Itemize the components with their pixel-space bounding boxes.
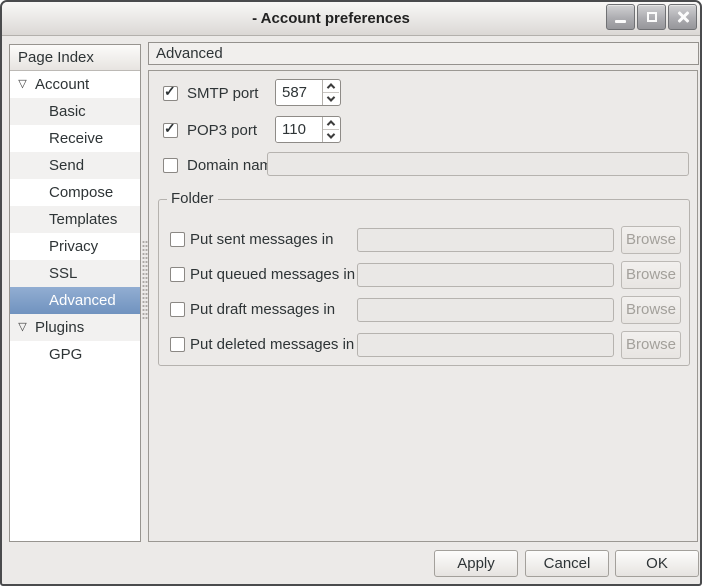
pop3-port-checkbox[interactable]: ✓ <box>163 123 178 138</box>
sidebar-item-label: Plugins <box>35 319 84 336</box>
pane-splitter[interactable] <box>141 38 148 586</box>
spin-up-button[interactable] <box>323 117 339 130</box>
domain-name-field <box>267 152 689 176</box>
draft-folder-input <box>358 299 613 321</box>
browse-deleted-button: Browse <box>621 331 681 359</box>
folder-group-title: Folder <box>167 190 218 207</box>
page-title: Advanced <box>148 42 699 65</box>
window-controls <box>606 4 697 30</box>
sidebar-item-label: Advanced <box>49 292 116 309</box>
close-button[interactable] <box>668 4 697 30</box>
sidebar-item-label: Privacy <box>49 238 98 255</box>
check-icon: ✓ <box>164 83 176 100</box>
put-deleted-label: Put deleted messages in <box>190 331 354 358</box>
sidebar-item-templates[interactable]: Templates <box>10 206 140 233</box>
sidebar-item-label: SSL <box>49 265 77 282</box>
pop3-port-input[interactable] <box>276 117 322 142</box>
sidebar-item-send[interactable]: Send <box>10 152 140 179</box>
domain-name-checkbox[interactable] <box>163 158 178 173</box>
expander-icon[interactable]: ▽ <box>14 314 31 341</box>
deleted-folder-input <box>358 334 613 356</box>
sidebar-item-ssl[interactable]: SSL <box>10 260 140 287</box>
ok-button[interactable]: OK <box>615 550 699 577</box>
titlebar: - Account preferences <box>2 2 700 36</box>
browse-draft-button: Browse <box>621 296 681 324</box>
domain-name-input <box>268 153 688 175</box>
smtp-port-input[interactable] <box>276 80 322 105</box>
chevron-down-icon <box>327 93 335 101</box>
sidebar-item-privacy[interactable]: Privacy <box>10 233 140 260</box>
smtp-port-checkbox[interactable]: ✓ <box>163 86 178 101</box>
sent-folder-input <box>358 229 613 251</box>
pop3-port-spinbox <box>275 116 341 143</box>
pop3-port-spinner <box>322 117 339 142</box>
minimize-icon <box>615 20 626 23</box>
close-icon <box>676 10 690 24</box>
spin-up-button[interactable] <box>323 80 339 93</box>
put-queued-label: Put queued messages in <box>190 261 355 288</box>
draft-folder-field <box>357 298 614 322</box>
put-sent-checkbox[interactable] <box>170 232 185 247</box>
sidebar-item-label: Receive <box>49 130 103 147</box>
put-draft-checkbox[interactable] <box>170 302 185 317</box>
sidebar-item-receive[interactable]: Receive <box>10 125 140 152</box>
sidebar-item-gpg[interactable]: GPG <box>10 341 140 368</box>
page-index-header[interactable]: Page Index <box>10 45 140 71</box>
queued-folder-field <box>357 263 614 287</box>
sidebar-item-account[interactable]: ▽ Account <box>10 71 140 98</box>
apply-button[interactable]: Apply <box>434 550 518 577</box>
deleted-folder-field <box>357 333 614 357</box>
queued-folder-input <box>358 264 613 286</box>
spin-down-button[interactable] <box>323 130 339 142</box>
expander-icon[interactable]: ▽ <box>14 71 31 98</box>
chevron-up-icon <box>327 120 335 128</box>
sidebar-item-advanced[interactable]: Advanced <box>10 287 140 314</box>
smtp-port-spinner <box>322 80 339 105</box>
spin-down-button[interactable] <box>323 93 339 105</box>
sent-folder-field <box>357 228 614 252</box>
sidebar-item-compose[interactable]: Compose <box>10 179 140 206</box>
smtp-port-spinbox <box>275 79 341 106</box>
pop3-port-label: POP3 port <box>187 117 257 144</box>
sidebar-item-label: Account <box>35 76 89 93</box>
page-index-panel: Page Index ▽ Account Basic Receive Send … <box>9 44 141 542</box>
maximize-icon <box>647 12 657 22</box>
check-icon: ✓ <box>164 120 176 137</box>
maximize-button[interactable] <box>637 4 666 30</box>
minimize-button[interactable] <box>606 4 635 30</box>
chevron-up-icon <box>327 83 335 91</box>
put-draft-label: Put draft messages in <box>190 296 335 323</box>
sidebar-item-label: Basic <box>49 103 86 120</box>
folder-group: Folder Put sent messages in Browse Put q… <box>158 199 690 366</box>
smtp-port-label: SMTP port <box>187 80 258 107</box>
sidebar-item-basic[interactable]: Basic <box>10 98 140 125</box>
sidebar-item-label: Compose <box>49 184 113 201</box>
sidebar-item-label: Send <box>49 157 84 174</box>
advanced-panel: ✓ SMTP port ✓ POP3 port Domain name <box>148 70 698 542</box>
put-deleted-checkbox[interactable] <box>170 337 185 352</box>
chevron-down-icon <box>327 130 335 138</box>
put-sent-label: Put sent messages in <box>190 226 333 253</box>
browse-queued-button: Browse <box>621 261 681 289</box>
cancel-button[interactable]: Cancel <box>525 550 609 577</box>
browse-sent-button: Browse <box>621 226 681 254</box>
window-title: - Account preferences <box>62 2 600 35</box>
sidebar-item-plugins[interactable]: ▽ Plugins <box>10 314 140 341</box>
put-queued-checkbox[interactable] <box>170 267 185 282</box>
sidebar-item-label: Templates <box>49 211 117 228</box>
app-window: - Account preferences Page Index ▽ Accou… <box>0 0 702 586</box>
sidebar-item-label: GPG <box>49 346 82 363</box>
